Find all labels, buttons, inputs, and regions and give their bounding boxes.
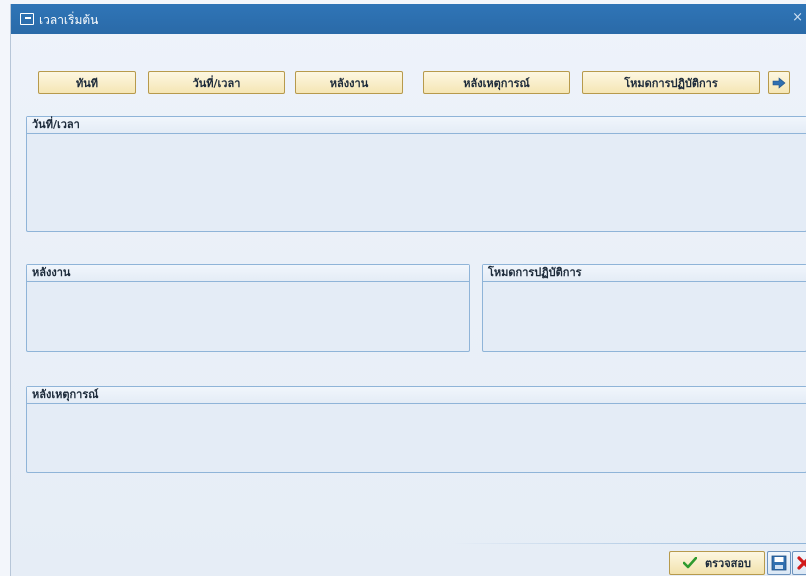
after-job-group-title: หลังงาน (27, 265, 469, 282)
cancel-button[interactable] (792, 551, 806, 575)
next-button[interactable] (768, 71, 790, 94)
start-time-dialog: เวลาเริ่มต้น × ทันที วันที่/เวลา หลังงาน… (10, 4, 806, 576)
checkmark-icon (683, 557, 697, 569)
operation-mode-button[interactable]: โหมดการปฏิบัติการ (582, 71, 760, 94)
after-event-group: หลังเหตุการณ์ (26, 386, 806, 473)
date-time-button[interactable]: วันที่/เวลา (148, 71, 285, 94)
arrow-right-icon (772, 76, 786, 89)
check-button-label: ตรวจสอบ (705, 557, 751, 570)
save-icon (771, 555, 787, 571)
close-icon[interactable]: × (792, 10, 803, 25)
operation-mode-group-title: โหมดการปฏิบัติการ (483, 265, 806, 282)
immediate-button[interactable]: ทันที (38, 71, 136, 94)
title-bar: เวลาเริ่มต้น × (11, 4, 806, 34)
window-icon (20, 13, 34, 25)
after-job-button[interactable]: หลังงาน (295, 71, 403, 94)
date-time-group: วันที่/เวลา (26, 116, 806, 232)
after-job-group: หลังงาน (26, 264, 470, 352)
cancel-x-icon (796, 556, 806, 570)
date-time-group-title: วันที่/เวลา (27, 117, 806, 134)
after-event-group-title: หลังเหตุการณ์ (27, 387, 806, 404)
save-button[interactable] (767, 551, 791, 575)
window-title: เวลาเริ่มต้น (39, 13, 99, 27)
operation-mode-group: โหมดการปฏิบัติการ (482, 264, 806, 352)
after-event-button[interactable]: หลังเหตุการณ์ (423, 71, 570, 94)
check-button[interactable]: ตรวจสอบ (669, 551, 765, 575)
footer-divider (451, 543, 806, 544)
